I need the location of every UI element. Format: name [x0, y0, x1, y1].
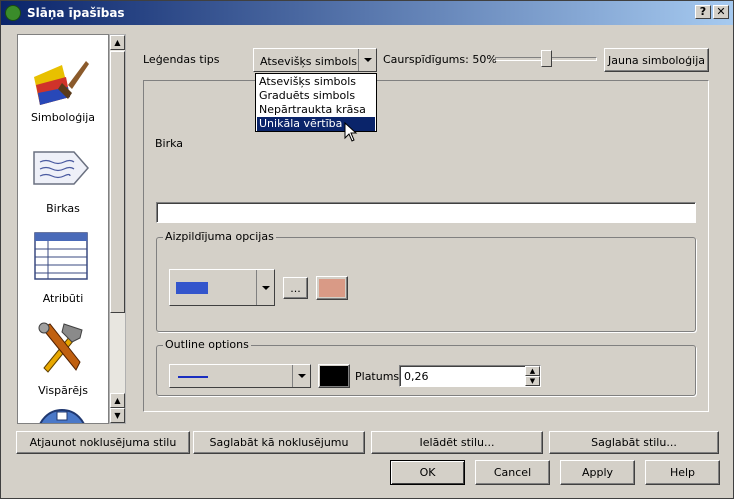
label-input[interactable] — [156, 202, 696, 223]
new-symbology-button[interactable]: Jauna simboloģija — [604, 48, 709, 72]
mouse-cursor-icon — [344, 122, 358, 142]
globe-icon — [39, 409, 85, 423]
dropdown-option[interactable]: Atsevišķs simbols — [257, 75, 375, 89]
outline-options-group: Outline options Platums 0,26 ▲ ▼ — [156, 338, 696, 396]
cancel-button[interactable]: Cancel — [475, 460, 550, 485]
window-title: Slāņa īpašības — [27, 6, 125, 20]
outline-color-swatch — [320, 366, 348, 386]
sidebar-item-labels[interactable]: Birkas — [18, 130, 108, 220]
save-as-default-button[interactable]: Saglabāt kā noklusējumu — [193, 431, 365, 454]
sidebar-item-label: Birkas — [46, 202, 80, 215]
fill-browse-button-label: ... — [290, 282, 301, 295]
sidebar-scrollbar[interactable]: ▲ ▲ ▼ — [109, 34, 126, 424]
spin-up-icon[interactable]: ▲ — [525, 366, 540, 376]
title-bar[interactable]: Slāņa īpašības ? ✕ — [1, 1, 733, 25]
sidebar-item-symbology[interactable]: Simboloģija — [18, 35, 108, 130]
sidebar-item-label: Vispārējs — [38, 384, 88, 397]
width-value: 0,26 — [404, 370, 429, 383]
transparency-slider-handle[interactable] — [541, 50, 552, 67]
restore-default-style-button[interactable]: Atjaunot noklusējuma stilu — [16, 431, 190, 454]
apply-button-label: Apply — [581, 466, 614, 479]
layer-properties-window: Slāņa īpašības ? ✕ Simboloģija Birkas At… — [0, 0, 734, 499]
fill-options-title: Aizpildījuma opcijas — [163, 230, 276, 243]
outline-style-combo[interactable] — [169, 364, 311, 388]
outline-color-button[interactable] — [318, 364, 350, 388]
tools-icon — [38, 322, 83, 373]
sidebar-item-attributes[interactable]: Atribūti — [18, 220, 108, 310]
ok-button[interactable]: OK — [390, 460, 465, 485]
legend-type-combo[interactable]: Atsevišķs simbols — [253, 48, 377, 72]
label-tag-icon — [33, 151, 89, 185]
paintbrush-icon — [34, 61, 89, 105]
save-style-button[interactable]: Saglabāt stilu... — [549, 431, 719, 454]
chevron-down-icon[interactable] — [358, 49, 376, 71]
chevron-down-icon[interactable] — [292, 365, 310, 387]
dropdown-option[interactable]: Nepārtraukta krāsa — [257, 103, 375, 117]
restore-default-style-label: Atjaunot noklusējuma stilu — [29, 436, 177, 449]
dropdown-option[interactable]: Graduēts simbols — [257, 89, 375, 103]
help-button[interactable]: Help — [645, 460, 720, 485]
new-symbology-button-label: Jauna simboloģija — [607, 54, 705, 67]
fill-style-preview — [176, 282, 208, 294]
scroll-up-arrow-bottom[interactable]: ▲ — [110, 393, 125, 408]
fill-options-group: Aizpildījuma opcijas ... — [156, 230, 696, 332]
load-style-label: Ielādēt stilu... — [419, 436, 495, 449]
sidebar-item-label: Atribūti — [42, 292, 84, 305]
scroll-thumb[interactable] — [110, 51, 125, 313]
cancel-button-label: Cancel — [493, 466, 532, 479]
apply-button[interactable]: Apply — [560, 460, 635, 485]
qgis-app-icon — [5, 5, 21, 21]
fill-style-combo[interactable] — [169, 269, 275, 306]
sidebar-list[interactable]: Simboloģija Birkas Atribūti Vispārējs — [17, 34, 109, 424]
scroll-up-arrow[interactable]: ▲ — [110, 35, 125, 50]
help-button-label: Help — [669, 466, 696, 479]
symbology-panel: Birka Aizpildījuma opcijas ... Outline o… — [143, 80, 709, 412]
scroll-down-arrow[interactable]: ▼ — [110, 408, 125, 423]
fill-browse-button[interactable]: ... — [283, 277, 308, 299]
chevron-down-icon[interactable] — [256, 270, 274, 305]
fill-color-swatch — [319, 279, 345, 297]
outline-options-title: Outline options — [163, 338, 251, 351]
help-title-button[interactable]: ? — [695, 5, 711, 19]
outline-style-preview — [178, 376, 208, 378]
sidebar-item-general[interactable]: Vispārējs — [18, 310, 108, 402]
save-style-label: Saglabāt stilu... — [591, 436, 677, 449]
save-as-default-label: Saglabāt kā noklusējumu — [209, 436, 349, 449]
load-style-button[interactable]: Ielādēt stilu... — [371, 431, 543, 454]
width-label: Platums — [355, 370, 400, 383]
label-field-label: Birka — [155, 137, 184, 150]
legend-type-label: Leģendas tips — [143, 53, 220, 66]
close-title-button[interactable]: ✕ — [713, 5, 729, 19]
ok-button-label: OK — [419, 466, 436, 479]
legend-type-value: Atsevišķs simbols — [260, 55, 358, 68]
transparency-label: Caurspīdīgums: 50% — [383, 53, 497, 66]
width-spinbox[interactable]: 0,26 ▲ ▼ — [399, 365, 541, 387]
fill-color-button[interactable] — [316, 276, 348, 300]
sidebar-item-label: Simboloģija — [30, 111, 96, 124]
spin-down-icon[interactable]: ▼ — [525, 376, 540, 386]
table-icon — [34, 232, 88, 280]
legend-type-dropdown[interactable]: Atsevišķs simbols Graduēts simbols Nepār… — [255, 73, 377, 132]
